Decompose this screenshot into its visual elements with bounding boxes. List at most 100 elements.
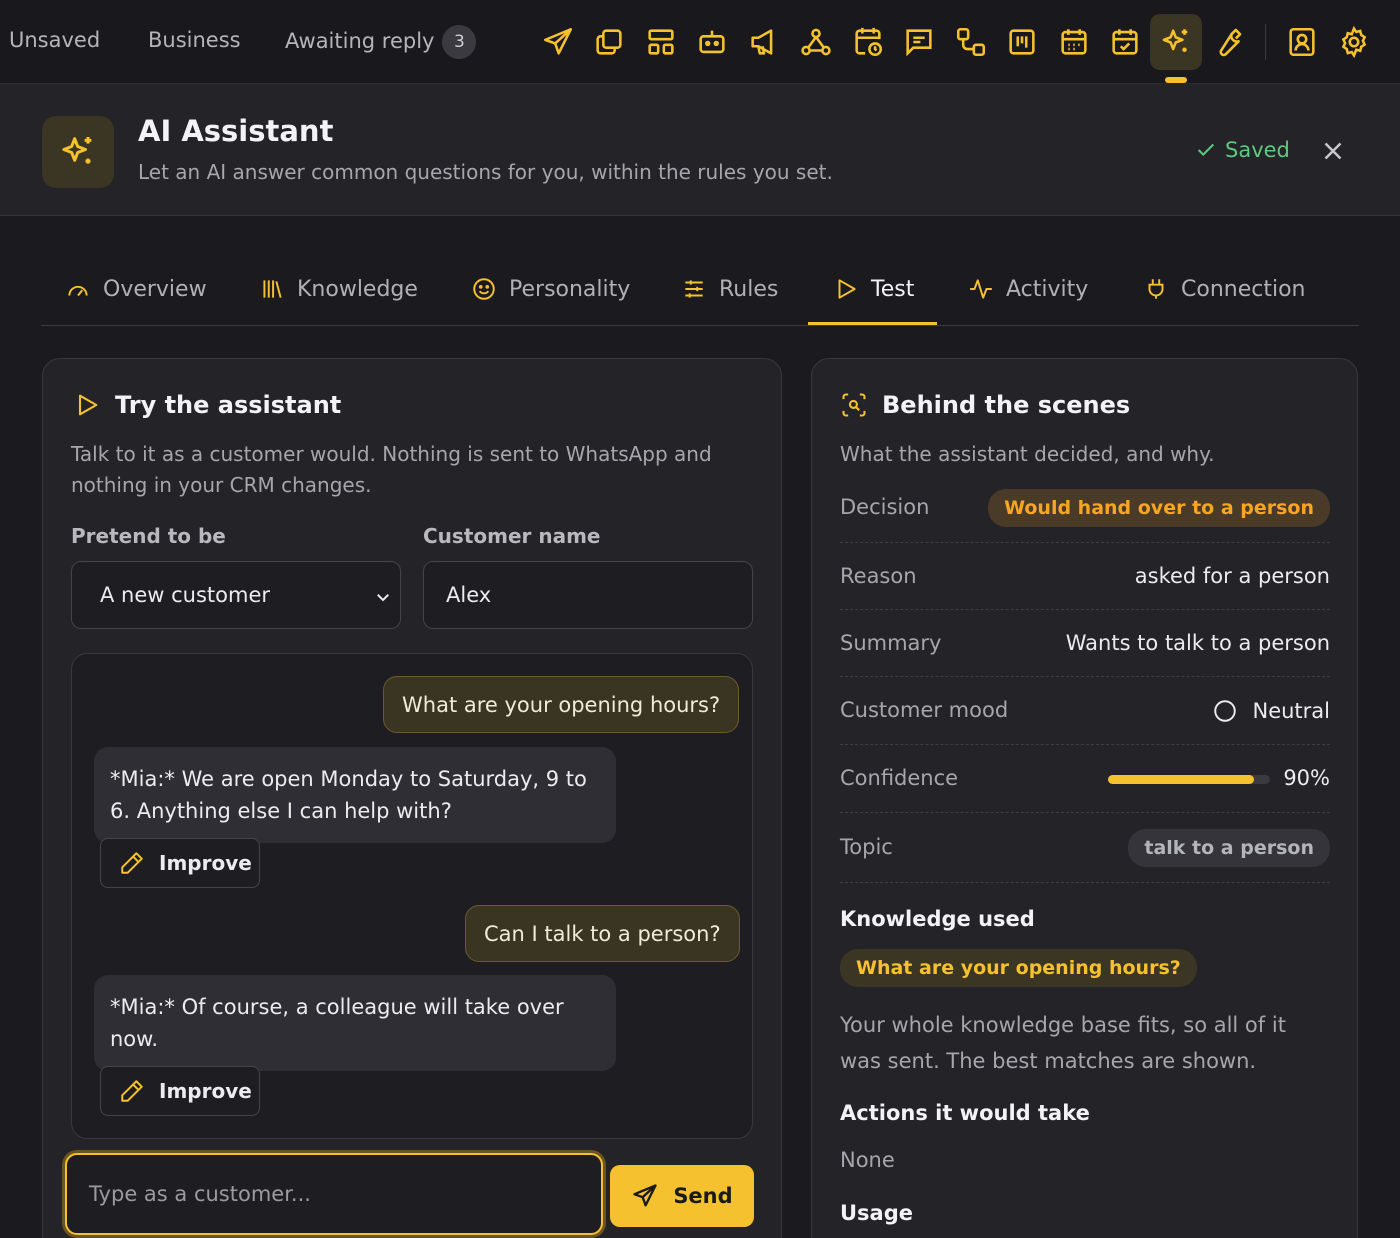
- assistant-message-line2: now.: [110, 1027, 159, 1051]
- decision-row: Decision Would hand over to a person: [840, 479, 1330, 543]
- pretend-select[interactable]: A new customer: [71, 561, 401, 629]
- tab-test[interactable]: Test: [833, 272, 914, 306]
- tab-personality-label: Personality: [509, 276, 631, 302]
- knowledge-note-line1: Your whole knowledge base fits, so all o…: [840, 1013, 1286, 1037]
- topic-label: Topic: [840, 835, 893, 859]
- actions-title: Actions it would take: [840, 1101, 1090, 1125]
- tab-personality[interactable]: Personality: [471, 272, 630, 306]
- decision-label: Decision: [840, 495, 930, 519]
- assistant-message: *Mia:* We are open Monday to Saturday, 9…: [94, 747, 616, 843]
- layout-icon[interactable]: [641, 22, 681, 62]
- tab-activity[interactable]: Activity: [968, 272, 1088, 306]
- calendar-clock-icon[interactable]: [848, 22, 888, 62]
- page-subtitle: Let an AI answer common questions for yo…: [138, 160, 833, 184]
- kanban-icon[interactable]: [1002, 22, 1042, 62]
- play-icon: [838, 279, 856, 299]
- behind-scenes-panel: Behind the scenes What the assistant dec…: [811, 358, 1358, 1238]
- tab-knowledge-label: Knowledge: [297, 276, 418, 302]
- topic-row: Topic talk to a person: [840, 813, 1330, 883]
- assistant-message-line1: *Mia:* Of course, a colleague will take …: [110, 995, 564, 1019]
- assistant-message-line2: 6. Anything else I can help with?: [110, 799, 452, 823]
- send-icon: [633, 1184, 657, 1207]
- megaphone-icon[interactable]: [744, 22, 784, 62]
- calendar-check-icon[interactable]: [1105, 22, 1145, 62]
- gauge-icon: [68, 285, 88, 297]
- customer-name-input[interactable]: Alex: [423, 561, 753, 629]
- wrench-icon[interactable]: [1208, 22, 1248, 62]
- send-button-label: Send: [673, 1184, 733, 1208]
- confidence-bar-fill: [1108, 775, 1254, 784]
- top-bar: Unsaved Business Awaiting reply 3: [0, 0, 1400, 84]
- improve-button-label: Improve: [159, 851, 252, 875]
- reason-value: asked for a person: [1134, 564, 1330, 588]
- flow-icon[interactable]: [951, 22, 991, 62]
- nav-awaiting-label: Awaiting reply: [285, 29, 435, 53]
- copy-icon[interactable]: [589, 22, 629, 62]
- activity-icon: [970, 279, 992, 299]
- improve-button-label: Improve: [159, 1079, 252, 1103]
- top-bar-divider: [1265, 24, 1266, 60]
- contact-icon[interactable]: [1282, 22, 1322, 62]
- page-header: AI Assistant Let an AI answer common que…: [0, 84, 1400, 216]
- customer-message-input[interactable]: Type as a customer...: [65, 1153, 603, 1235]
- knowledge-item-badge[interactable]: What are your opening hours?: [840, 949, 1197, 987]
- confidence-row: Confidence 90%: [840, 745, 1330, 813]
- assistant-message: *Mia:* Of course, a colleague will take …: [94, 975, 616, 1071]
- customer-name-label: Customer name: [423, 524, 601, 548]
- customer-name-value: Alex: [446, 583, 492, 607]
- behind-scenes-title: Behind the scenes: [840, 391, 1130, 419]
- summary-value: Wants to talk to a person: [1065, 631, 1330, 655]
- reason-row: Reason asked for a person: [840, 543, 1330, 610]
- send-icon[interactable]: [538, 22, 578, 62]
- usage-title: Usage: [840, 1201, 913, 1225]
- close-icon[interactable]: [1318, 136, 1348, 166]
- gear-icon[interactable]: [1334, 22, 1374, 62]
- tab-connection-label: Connection: [1181, 276, 1306, 302]
- ai-sparkles-icon: [42, 116, 114, 188]
- confidence-label: Confidence: [840, 766, 959, 790]
- nav-unsaved[interactable]: Unsaved: [9, 28, 100, 52]
- saved-status: Saved: [1195, 138, 1290, 162]
- message-icon[interactable]: [899, 22, 939, 62]
- mood-value: Neutral: [1212, 698, 1330, 724]
- tab-bar: Overview Knowledge Personality Rules Tes…: [41, 256, 1359, 326]
- nav-awaiting-reply[interactable]: Awaiting reply 3: [285, 25, 477, 59]
- bot-icon[interactable]: [692, 22, 732, 62]
- knowledge-note-line2: was sent. The best matches are shown.: [840, 1049, 1257, 1073]
- try-assistant-panel: Try the assistant Talk to it as a custom…: [42, 358, 782, 1238]
- decision-badge: Would hand over to a person: [988, 489, 1330, 527]
- library-icon: [263, 280, 282, 298]
- check-icon: [1197, 143, 1215, 157]
- neutral-circle-icon: [1214, 700, 1237, 722]
- tab-rules[interactable]: Rules: [681, 272, 778, 306]
- customer-message-placeholder: Type as a customer...: [89, 1182, 311, 1206]
- confidence-bar: [1108, 775, 1270, 784]
- try-assistant-title-text: Try the assistant: [115, 391, 342, 419]
- saved-label: Saved: [1225, 138, 1290, 162]
- mood-label: Customer mood: [840, 698, 1009, 722]
- page-title: AI Assistant: [138, 114, 334, 148]
- tab-test-label: Test: [871, 276, 915, 302]
- tab-knowledge[interactable]: Knowledge: [259, 272, 418, 306]
- improve-button[interactable]: Improve: [100, 838, 260, 888]
- try-assistant-title: Try the assistant: [73, 391, 341, 419]
- calendar-icon[interactable]: [1054, 22, 1094, 62]
- pretend-label: Pretend to be: [71, 524, 226, 548]
- summary-row: Summary Wants to talk to a person: [840, 610, 1330, 677]
- customer-message: Can I talk to a person?: [465, 905, 740, 962]
- try-assistant-desc-line2: nothing in your CRM changes.: [71, 473, 372, 497]
- nav-business[interactable]: Business: [148, 28, 241, 52]
- tab-connection[interactable]: Connection: [1143, 272, 1305, 306]
- awaiting-count-badge: 3: [442, 25, 477, 59]
- scan-search-icon: [842, 393, 866, 417]
- improve-button[interactable]: Improve: [100, 1066, 260, 1116]
- knowledge-note: Your whole knowledge base fits, so all o…: [840, 1007, 1286, 1079]
- send-button[interactable]: Send: [610, 1165, 754, 1227]
- sparkles-icon[interactable]: [1150, 14, 1202, 70]
- tab-overview[interactable]: Overview: [65, 272, 207, 306]
- try-assistant-desc-line1: Talk to it as a customer would. Nothing …: [71, 442, 712, 466]
- topic-badge: talk to a person: [1128, 829, 1330, 867]
- tab-overview-label: Overview: [103, 276, 207, 302]
- active-tab-underline: [808, 322, 937, 325]
- webhook-icon[interactable]: [796, 22, 836, 62]
